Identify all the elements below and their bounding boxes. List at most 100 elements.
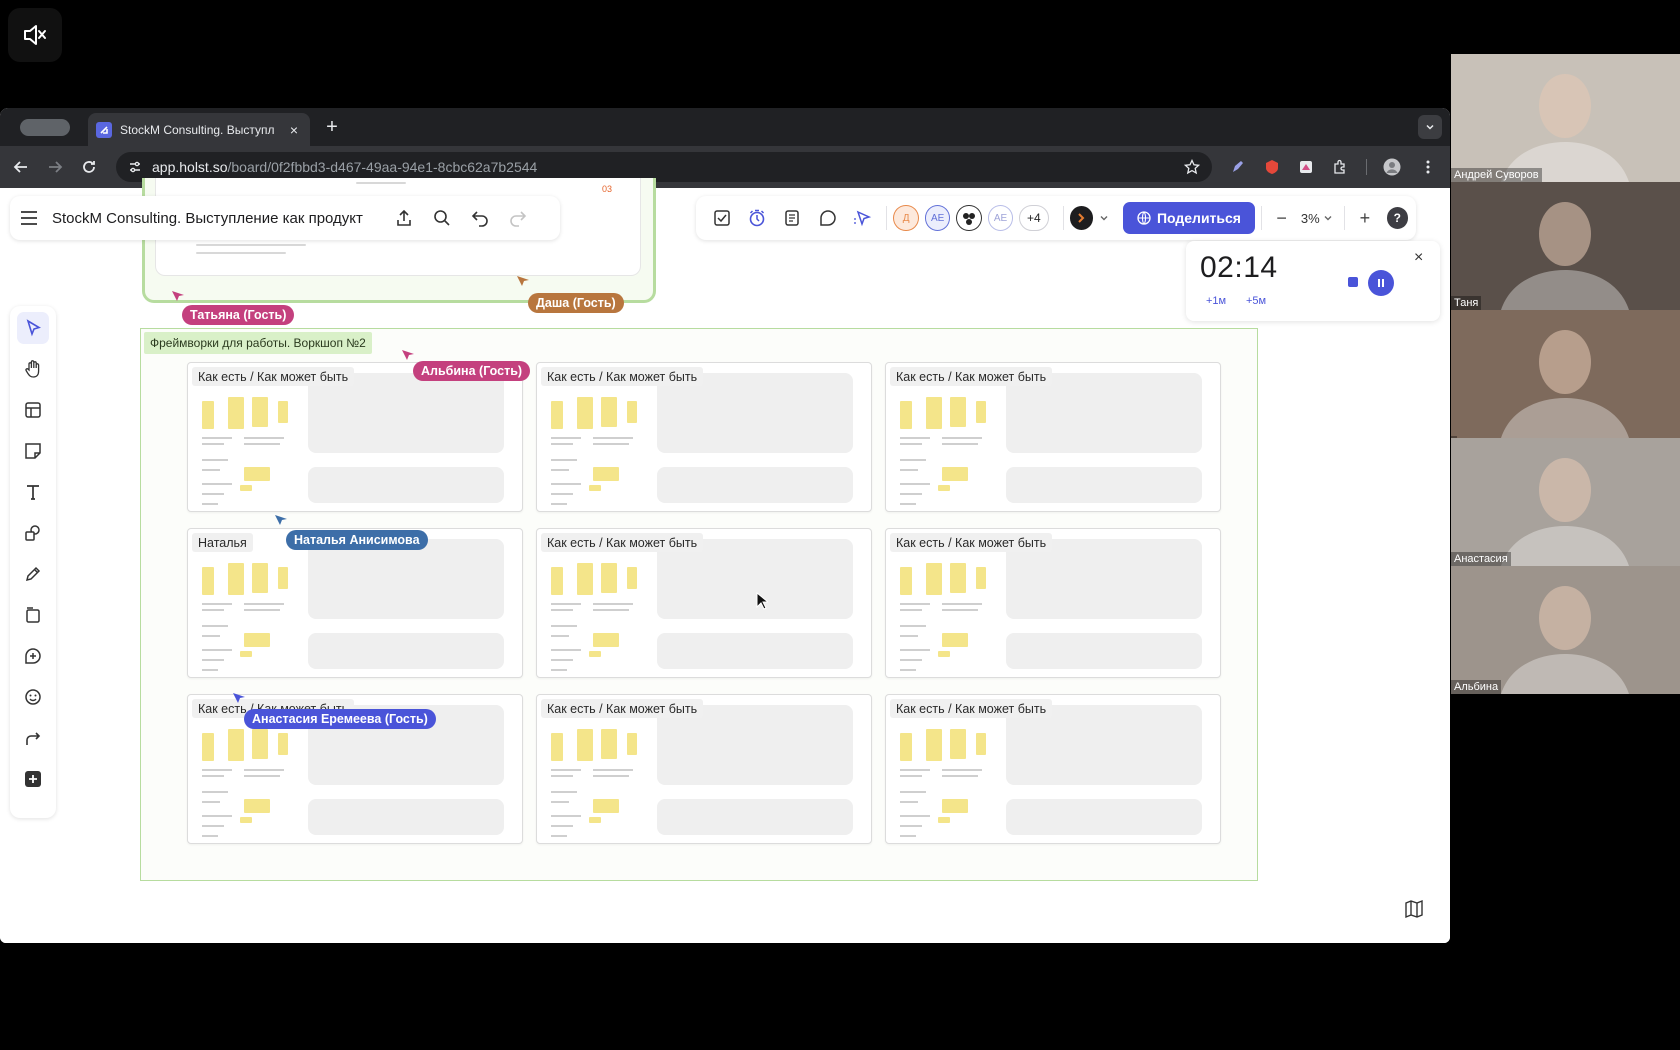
- record-extension-icon[interactable]: [1262, 157, 1282, 177]
- presence-icon[interactable]: [1069, 206, 1093, 230]
- card-label[interactable]: Как есть / Как может быть: [541, 533, 704, 552]
- tab-title: StockM Consulting. Выступл: [120, 122, 275, 137]
- profile-avatar-icon[interactable]: [1382, 157, 1402, 177]
- timer-icon[interactable]: [742, 203, 771, 233]
- mute-icon[interactable]: [8, 8, 62, 62]
- collaborator-avatar-image[interactable]: [956, 205, 982, 231]
- text-line: [202, 437, 232, 439]
- card-label[interactable]: Как есть / Как может быть: [541, 367, 704, 386]
- collaborator-avatar[interactable]: АЕ: [924, 205, 951, 231]
- redo-icon[interactable]: [503, 203, 533, 233]
- card-label[interactable]: Как есть / Как может быть: [192, 367, 355, 386]
- more-tools-icon[interactable]: [17, 763, 49, 795]
- connector-tool-icon[interactable]: [17, 722, 49, 754]
- text-line: [900, 835, 916, 837]
- text-line: [551, 503, 567, 505]
- timer-add-1-minute-button[interactable]: +1м: [1206, 295, 1226, 307]
- framework-card[interactable]: Как есть / Как может быть: [885, 362, 1221, 512]
- pen-tool-icon[interactable]: [17, 558, 49, 590]
- card-label[interactable]: Как есть / Как может быть: [890, 367, 1053, 386]
- drive-extension-icon[interactable]: [1296, 157, 1316, 177]
- extensions-puzzle-icon[interactable]: [1330, 157, 1350, 177]
- framework-card[interactable]: Наталья: [187, 528, 523, 678]
- undo-icon[interactable]: [465, 203, 495, 233]
- participant-video[interactable]: Альбина: [1451, 566, 1680, 694]
- text-tool-icon[interactable]: [17, 476, 49, 508]
- framework-card[interactable]: Как есть / Как может быть: [885, 528, 1221, 678]
- collaborator-avatar[interactable]: АЕ: [987, 205, 1014, 231]
- new-tab-button[interactable]: +: [320, 115, 344, 139]
- sticky-note: [240, 651, 252, 657]
- shapes-tool-icon[interactable]: [17, 517, 49, 549]
- card-label[interactable]: Как есть / Как может быть: [890, 699, 1053, 718]
- text-line: [551, 483, 581, 485]
- tab-search-icon[interactable]: [1418, 115, 1442, 139]
- sticky-note: [577, 397, 593, 429]
- comment-add-tool-icon[interactable]: [17, 640, 49, 672]
- sticky-note-tool-icon[interactable]: [17, 435, 49, 467]
- board-canvas[interactable]: 03 StockM Consulting. Выступление как пр…: [0, 178, 1450, 943]
- tab-close-icon[interactable]: ×: [286, 122, 302, 138]
- timer-add-5-minutes-button[interactable]: +5м: [1246, 295, 1266, 307]
- share-button[interactable]: Поделиться: [1122, 202, 1255, 234]
- card-label[interactable]: Как есть / Как может быть: [541, 699, 704, 718]
- url-path: /board/0f2fbbd3-d467-49aa-94e1-8cbc62a7b…: [227, 159, 538, 175]
- participant-video[interactable]: Таня: [1451, 182, 1680, 310]
- collaborator-avatar[interactable]: Д: [893, 205, 919, 231]
- sticky-note: [252, 729, 268, 759]
- board-title[interactable]: StockM Consulting. Выступление как проду…: [52, 210, 363, 227]
- search-icon[interactable]: [427, 203, 457, 233]
- sticker-tool-icon[interactable]: [17, 681, 49, 713]
- card-label[interactable]: Как есть / Как может быть: [890, 533, 1053, 552]
- templates-tool-icon[interactable]: [17, 394, 49, 426]
- sticky-note: [601, 397, 617, 427]
- pen-extension-icon[interactable]: [1228, 157, 1248, 177]
- framework-card[interactable]: Как есть / Как может быть: [187, 362, 523, 512]
- timer-pause-icon[interactable]: [1368, 270, 1394, 296]
- framework-card[interactable]: Как есть / Как может быть: [885, 694, 1221, 844]
- zoom-out-button[interactable]: −: [1268, 204, 1295, 232]
- comments-icon[interactable]: [813, 203, 842, 233]
- framework-card[interactable]: Как есть / Как может быть: [536, 362, 872, 512]
- minimap-icon[interactable]: [1400, 895, 1428, 923]
- text-line: [593, 769, 633, 771]
- text-line: [593, 443, 629, 445]
- participant-video[interactable]: Анастасия: [1451, 438, 1680, 566]
- checkbox-tool-icon[interactable]: [707, 203, 736, 233]
- frame-tool-icon[interactable]: [17, 599, 49, 631]
- timer-close-icon[interactable]: ×: [1414, 249, 1423, 267]
- reload-icon[interactable]: [78, 156, 100, 178]
- framework-card[interactable]: Как есть / Как может быть: [536, 694, 872, 844]
- browser-menu-icon[interactable]: [1418, 157, 1438, 177]
- framework-card[interactable]: Как есть / Как может быть: [536, 528, 872, 678]
- participant-silhouette-icon: [1501, 330, 1629, 438]
- card-placeholder: [308, 633, 504, 669]
- more-collaborators-badge[interactable]: +4: [1019, 205, 1049, 231]
- participant-video[interactable]: [1451, 310, 1680, 438]
- frame-label[interactable]: Фреймворки для работы. Воркшоп №2: [144, 332, 372, 354]
- timer-stop-icon[interactable]: [1348, 277, 1358, 287]
- toolbar-divider: [1366, 159, 1367, 175]
- text-line: [900, 801, 918, 803]
- card-label[interactable]: Наталья: [192, 533, 253, 552]
- zoom-in-button[interactable]: +: [1351, 204, 1378, 232]
- follow-cursor-icon[interactable]: [848, 203, 877, 233]
- text-line: [551, 791, 577, 793]
- sticky-note: [976, 401, 986, 423]
- back-icon[interactable]: [10, 156, 32, 178]
- menu-icon[interactable]: [20, 211, 38, 225]
- hand-tool-icon[interactable]: [17, 353, 49, 385]
- tab-group-pill[interactable]: [20, 119, 70, 136]
- card-placeholder: [1006, 467, 1202, 503]
- export-icon[interactable]: [389, 203, 419, 233]
- chevron-down-icon[interactable]: [1099, 213, 1109, 223]
- participant-video[interactable]: Андрей Суворов: [1451, 54, 1680, 182]
- forward-icon[interactable]: [44, 156, 66, 178]
- active-tab[interactable]: StockM Consulting. Выступл ×: [88, 113, 310, 146]
- help-button[interactable]: ?: [1386, 207, 1409, 229]
- notes-icon[interactable]: [778, 203, 807, 233]
- zoom-level-dropdown[interactable]: 3%: [1295, 204, 1338, 232]
- bookmark-star-icon[interactable]: [1184, 159, 1200, 175]
- select-tool-icon[interactable]: [17, 312, 49, 344]
- site-info-icon[interactable]: [128, 160, 142, 174]
